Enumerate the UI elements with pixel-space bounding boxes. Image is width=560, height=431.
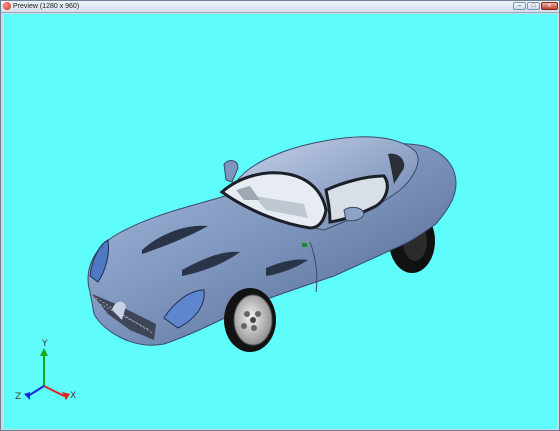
maximize-button[interactable]: □ <box>527 2 540 10</box>
x-axis-label: X <box>70 391 77 401</box>
z-axis-label: Z <box>15 392 22 402</box>
z-axis-arrow <box>24 392 30 400</box>
preview-window: Preview (1280 x 960) – □ x Y X Z <box>0 0 560 431</box>
y-axis-label: Y <box>42 339 48 349</box>
app-icon <box>3 2 11 10</box>
title-bar[interactable]: Preview (1280 x 960) – □ x <box>1 1 559 13</box>
y-axis-arrow <box>40 348 48 356</box>
window-title: Preview (1280 x 960) <box>13 3 80 10</box>
3d-viewport[interactable]: Y X Z <box>4 14 557 429</box>
close-button[interactable]: x <box>541 2 558 10</box>
minimize-button[interactable]: – <box>513 2 526 10</box>
axis-gizmo <box>24 348 70 400</box>
